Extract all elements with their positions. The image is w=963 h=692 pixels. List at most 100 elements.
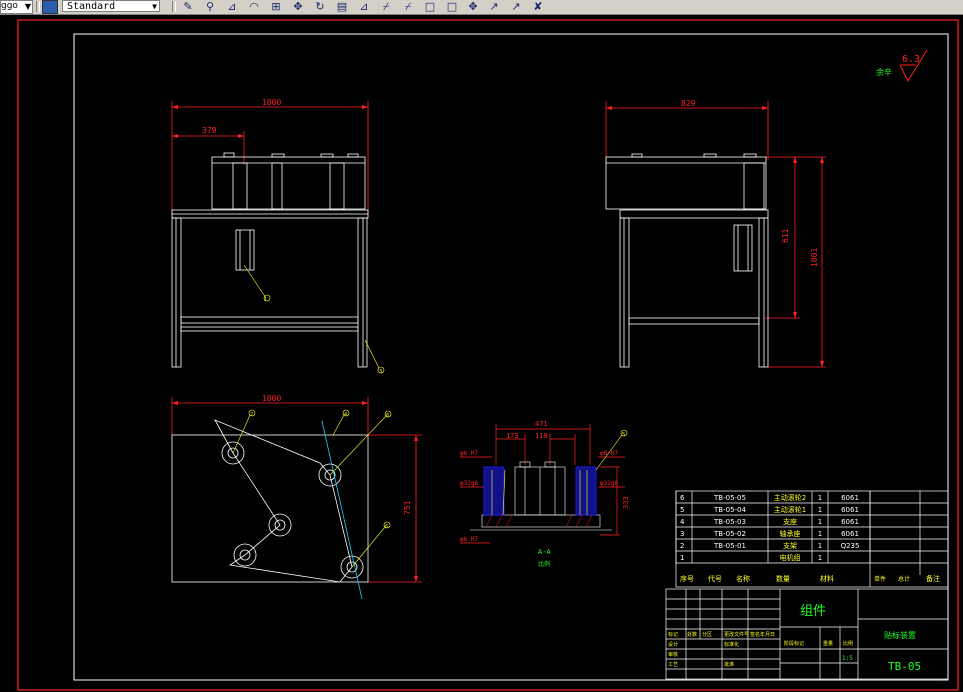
section-mid-dim: 118: [535, 432, 548, 440]
bom-row: 3 TB-05-02 轴承座 1 6061: [675, 527, 948, 540]
front-width-dim: 1000: [262, 98, 281, 107]
toolbar-separator: [36, 1, 40, 12]
bom-cell-no: 5: [680, 506, 684, 514]
toolbar-separator: [172, 1, 176, 12]
drawing-number: TB-05: [888, 660, 921, 673]
dimension-manager-button[interactable]: ✘: [530, 0, 546, 13]
front-balloon-3: 3: [379, 369, 382, 375]
tb-label-stage: 阶段标记: [784, 640, 804, 647]
scale-value: 1:5: [842, 655, 853, 662]
tb-label-mark: 标记: [668, 631, 678, 638]
aligned-dimension-button[interactable]: ⚲: [202, 0, 218, 13]
bom-cell-name: 主动滚轮2: [774, 493, 806, 502]
top-view: 1000 751 2 4 6 6: [171, 394, 422, 600]
bom-row: 6 TB-05-05 主动滚轮2 1 6061: [675, 491, 948, 504]
continue-dimension-button[interactable]: ✥: [290, 0, 306, 13]
bom-cell-code: TB-05-01: [713, 542, 746, 550]
chevron-down-icon[interactable]: ▼: [25, 1, 31, 12]
bom-cell-qty: 1: [818, 530, 822, 538]
bom-cell-no: 2: [680, 542, 684, 550]
oblique-button[interactable]: ↗: [486, 0, 502, 13]
section-total-dim: 471: [535, 420, 548, 428]
bom-cell-code: TB-05-03: [713, 518, 746, 526]
bom-header-total: 总计: [898, 575, 910, 583]
bom-cell-qty: 1: [818, 518, 822, 526]
linear-dimension-button[interactable]: ✎: [180, 0, 196, 13]
dimension-update-button[interactable]: □: [444, 0, 460, 13]
bom-cell-no: 3: [680, 530, 684, 538]
side-view: 829 611 1001: [605, 99, 826, 368]
text-style-icon[interactable]: [42, 0, 58, 14]
top-balloon-b: 4: [344, 412, 347, 418]
bom-cell-material: 6061: [841, 530, 859, 538]
bom-header-material: 材料: [820, 574, 834, 583]
sheet-border: [17, 19, 959, 691]
bom-cell-name: 主动滚轮1: [774, 505, 806, 514]
angular-dimension-button[interactable]: ↻: [312, 0, 328, 13]
bom-cell-material: Q235: [841, 542, 860, 550]
side-width-dim: 829: [681, 99, 696, 108]
bom-cell-no: 4: [680, 518, 685, 526]
bom-cell-code: TB-05-04: [713, 506, 746, 514]
section-balloon: 5: [622, 432, 625, 438]
part-name: 组件: [800, 604, 826, 619]
side-inner-height-dim: 611: [781, 228, 790, 243]
front-balloon-1: 1: [264, 297, 267, 303]
top-balloon-d: 6: [385, 524, 388, 530]
bom-row: 5 TB-05-04 主动滚轮1 1 6061: [675, 503, 948, 516]
front-view: 1000 379 1 3: [171, 98, 385, 375]
bom-header-qty: 数量: [776, 574, 790, 583]
center-mark-button[interactable]: ⌿: [378, 0, 394, 13]
side-outer-height-dim: 1001: [810, 248, 819, 267]
radius-dimension-button[interactable]: ◠: [246, 0, 262, 13]
dimension-style-button[interactable]: ✥: [465, 0, 481, 13]
bom-cell-no: 6: [680, 494, 685, 502]
bom-header-unit: 单件: [874, 575, 886, 583]
drawing-canvas[interactable]: 6.3 余辛 1000 379 1 3 829 611 1001 1000 75…: [0, 15, 963, 692]
bom-row: 2 TB-05-01 支架 1 Q235: [675, 539, 948, 552]
tb-label-process: 工艺: [668, 662, 678, 668]
bom-cell-name: 电机组: [780, 553, 801, 562]
bom-cell-material: 6061: [841, 506, 859, 514]
quick-dimension-button[interactable]: ▤: [334, 0, 350, 13]
bom-cell-code: TB-05-05: [713, 494, 746, 502]
tb-label-count: 处数: [687, 631, 697, 638]
bom-header-name: 名称: [736, 574, 750, 583]
title-block-labels: 标记 处数 分区 更改文件号 签名 年月日 设计 标准化 审核 工艺 批准 阶段…: [668, 631, 853, 668]
dimension-edit-button[interactable]: ⌿: [400, 0, 416, 13]
dimension-text-edit-button[interactable]: □: [422, 0, 438, 13]
override-button[interactable]: ↗: [508, 0, 524, 13]
bom-cell-name: 支架: [783, 541, 797, 550]
tb-label-design: 设计: [668, 641, 678, 648]
section-fit-right: φ32g6: [600, 480, 618, 487]
baseline-dimension-button[interactable]: ⊞: [268, 0, 284, 13]
tb-label-scale: 比例: [843, 640, 853, 647]
text-style-combo[interactable]: Standard ▼: [62, 0, 160, 12]
bom-rows: 6 TB-05-05 主动滚轮2 1 6061 5 TB-05-04 主动滚轮1 1 6061 4 T…: [675, 491, 948, 564]
top-width-dim: 1000: [262, 394, 281, 403]
roughness-value: 6.3: [902, 54, 920, 65]
bom-cell-name: 轴承座: [780, 529, 801, 538]
section-view: 471 173 118 φ6 H7 φ6 H7 φ32g6 φ32g6 φ6 H…: [460, 420, 630, 568]
section-right-dim: 333: [622, 496, 630, 509]
layer-combo[interactable]: ggo ▼: [0, 0, 33, 14]
section-fit-left: φ32g6: [460, 480, 478, 487]
chevron-down-icon[interactable]: ▼: [152, 1, 157, 12]
tb-label-standard: 标准化: [724, 641, 739, 648]
bom-cell-qty: 1: [818, 542, 822, 550]
layer-combo-value: ggo: [1, 1, 18, 11]
bom-cell-qty: 1: [818, 494, 822, 502]
bom-row: 1 电机组 1: [675, 551, 948, 564]
bom-header: 序号 代号 名称 数量 材料 单件 总计 备注: [680, 574, 940, 583]
tolerance-button[interactable]: ⊿: [356, 0, 372, 13]
tb-label-approve: 批准: [724, 661, 734, 668]
section-note-tl: φ6 H7: [460, 450, 478, 457]
tb-label-review: 审核: [668, 651, 678, 658]
top-height-dim: 751: [403, 500, 412, 515]
bom-header-code: 代号: [708, 574, 722, 583]
bom-row: 4 TB-05-03 支座 1 6061: [675, 515, 948, 528]
bom-cell-qty: 1: [818, 554, 822, 562]
section-note-bl: φ6 H7: [460, 536, 478, 543]
dimension-toolbar: ggo ▼ Standard ▼ ✎ ⚲ ⊿ ◠ ⊞ ✥ ↻ ▤ ⊿ ⌿ ⌿ □ □ ✥ ↗ ↗ ✘: [0, 0, 963, 15]
ordinate-dimension-button[interactable]: ⊿: [224, 0, 240, 13]
